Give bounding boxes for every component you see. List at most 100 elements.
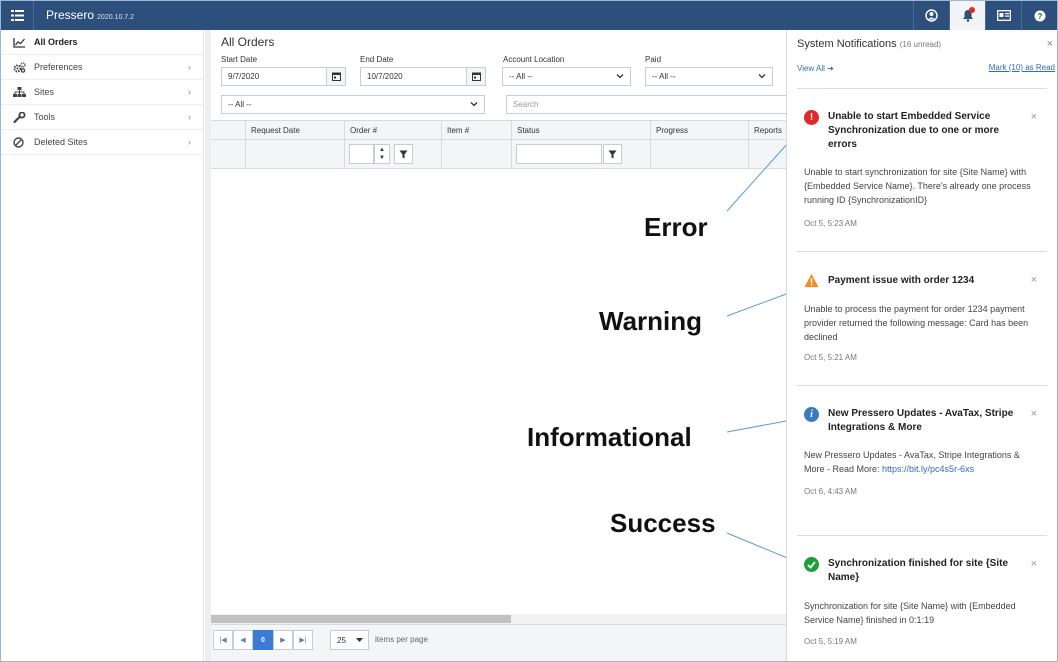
sitemap-icon xyxy=(13,86,27,98)
chevron-down-icon xyxy=(758,74,766,79)
notification-body: New Pressero Updates - AvaTax, Stripe In… xyxy=(804,448,1040,476)
scrollbar-thumb[interactable] xyxy=(211,615,511,623)
first-page-icon: |◀ xyxy=(219,637,227,644)
next-page-button[interactable]: ▶ xyxy=(273,630,293,650)
notification-time: Oct 6, 4:43 AM xyxy=(804,487,857,496)
chevron-right-icon: › xyxy=(188,62,191,72)
calendar-icon xyxy=(471,72,481,81)
column-item-number[interactable]: Item # xyxy=(441,121,511,139)
spin-up-icon: ▲ xyxy=(379,147,385,153)
notification-title: New Pressero Updates - AvaTax, Stripe In… xyxy=(828,408,1014,433)
chevron-right-icon: › xyxy=(188,87,191,97)
first-page-button[interactable]: |◀ xyxy=(213,630,233,650)
notification-badge xyxy=(969,7,975,13)
user-profile-button[interactable] xyxy=(913,1,949,30)
status-filter-input[interactable] xyxy=(516,144,602,164)
notification-body: Synchronization for site {Site Name} wit… xyxy=(804,601,1016,625)
column-status[interactable]: Status xyxy=(511,121,650,139)
notification-title: Payment issue with order 1234 xyxy=(828,275,975,286)
page-size-value: 25 xyxy=(337,636,346,645)
calendar-button[interactable] xyxy=(326,68,345,85)
calendar-button[interactable] xyxy=(466,68,485,85)
start-date-label: Start Date xyxy=(221,55,258,64)
list-menu-icon xyxy=(10,10,24,21)
account-location-label: Account Location xyxy=(503,55,565,64)
id-card-button[interactable] xyxy=(985,1,1021,30)
notification-body: Unable to start synchronization for site… xyxy=(804,167,1031,205)
account-location-select[interactable]: -- All -- xyxy=(502,67,631,86)
mark-as-read-link[interactable]: Mark (10) as Read xyxy=(989,63,1055,72)
annotation-success: Success xyxy=(610,508,716,538)
page-size-select[interactable]: 25 xyxy=(330,630,369,650)
id-card-icon xyxy=(996,10,1011,21)
search-placeholder: Search xyxy=(513,100,539,109)
filter-cell xyxy=(245,140,344,168)
top-bar: Pressero 2020.10.7.2 ? xyxy=(1,1,1057,30)
order-number-filter-input[interactable] xyxy=(349,144,374,164)
start-date-input[interactable]: 9/7/2020 xyxy=(221,67,346,86)
app-brand[interactable]: Pressero 2020.10.7.2 xyxy=(46,8,134,22)
close-panel-button[interactable]: × xyxy=(1047,38,1053,50)
notification-info[interactable]: i New Pressero Updates - AvaTax, Stripe … xyxy=(797,407,1047,497)
sidebar-item-all-orders[interactable]: All Orders xyxy=(1,30,203,55)
grid-header: Request Date Order # Item # Status Progr… xyxy=(211,120,786,140)
secondary-filter-value: -- All -- xyxy=(228,100,252,109)
chevron-right-icon: › xyxy=(188,112,191,122)
last-page-icon: ▶| xyxy=(299,637,307,644)
prev-page-button[interactable]: ◀ xyxy=(233,630,253,650)
read-more-link[interactable]: https://bit.ly/pc4s5r-6xs xyxy=(882,464,974,474)
divider xyxy=(797,88,1047,89)
info-icon: i xyxy=(804,407,819,422)
order-number-filter-button[interactable] xyxy=(394,144,413,164)
svg-text:?: ? xyxy=(1037,12,1042,21)
spin-down-icon: ▼ xyxy=(379,155,385,161)
divider xyxy=(797,251,1047,252)
warning-icon xyxy=(804,273,819,288)
notification-time: Oct 5, 5:23 AM xyxy=(804,219,857,228)
notification-warning[interactable]: Payment issue with order 1234 × Unable t… xyxy=(797,273,1047,368)
current-page-button[interactable]: 0 xyxy=(253,630,273,650)
filter-cell xyxy=(511,140,650,168)
column-order-number[interactable]: Order # xyxy=(344,121,441,139)
end-date-input[interactable]: 10/7/2020 xyxy=(360,67,486,86)
dismiss-button[interactable]: × xyxy=(1031,111,1037,123)
divider xyxy=(797,385,1047,386)
dismiss-button[interactable]: × xyxy=(1031,558,1037,570)
end-date-value: 10/7/2020 xyxy=(367,72,403,81)
secondary-filter-select[interactable]: -- All -- xyxy=(221,95,485,114)
ban-icon xyxy=(13,136,27,148)
order-number-spinner[interactable]: ▲ ▼ xyxy=(374,144,390,164)
horizontal-scrollbar[interactable] xyxy=(211,614,786,624)
sidebar-item-label: Deleted Sites xyxy=(34,137,88,147)
paid-select[interactable]: -- All -- xyxy=(645,67,773,86)
sidebar-item-preferences[interactable]: Preferences › xyxy=(1,55,203,80)
view-all-link[interactable]: View All ➜ xyxy=(797,64,834,73)
search-input[interactable]: Search xyxy=(506,95,786,114)
dismiss-button[interactable]: × xyxy=(1031,408,1037,420)
sidebar: All Orders Preferences › Sites › Tools ›… xyxy=(1,30,204,661)
notification-success[interactable]: Synchronization finished for site {Site … xyxy=(797,557,1047,652)
column-progress[interactable]: Progress xyxy=(650,121,748,139)
paid-label: Paid xyxy=(645,55,662,64)
notification-time: Oct 5, 5:19 AM xyxy=(804,637,857,646)
dismiss-button[interactable]: × xyxy=(1031,274,1037,286)
sidebar-item-deleted-sites[interactable]: Deleted Sites › xyxy=(1,130,203,155)
start-date-value: 9/7/2020 xyxy=(228,72,260,81)
column-request-date[interactable]: Request Date xyxy=(245,121,344,139)
last-page-button[interactable]: ▶| xyxy=(293,630,313,650)
sidebar-item-tools[interactable]: Tools › xyxy=(1,105,203,130)
annotation-informational: Informational xyxy=(527,422,692,452)
help-button[interactable]: ? xyxy=(1021,1,1057,30)
status-filter-button[interactable] xyxy=(603,144,622,164)
notifications-panel: System Notifications (16 unread) × View … xyxy=(786,30,1057,661)
sidebar-item-label: Tools xyxy=(34,112,56,122)
notifications-button[interactable] xyxy=(949,1,985,30)
menu-toggle-button[interactable] xyxy=(1,1,34,30)
sidebar-item-sites[interactable]: Sites › xyxy=(1,80,203,105)
calendar-icon xyxy=(331,72,341,81)
next-page-icon: ▶ xyxy=(280,637,286,644)
chevron-right-icon: › xyxy=(188,137,191,147)
notification-error[interactable]: ! Unable to start Embedded Service Synch… xyxy=(797,110,1047,235)
column-reports[interactable]: Reports xyxy=(748,121,786,139)
pager: |◀ ◀ 0 ▶ ▶| 25 items per page xyxy=(211,624,786,661)
